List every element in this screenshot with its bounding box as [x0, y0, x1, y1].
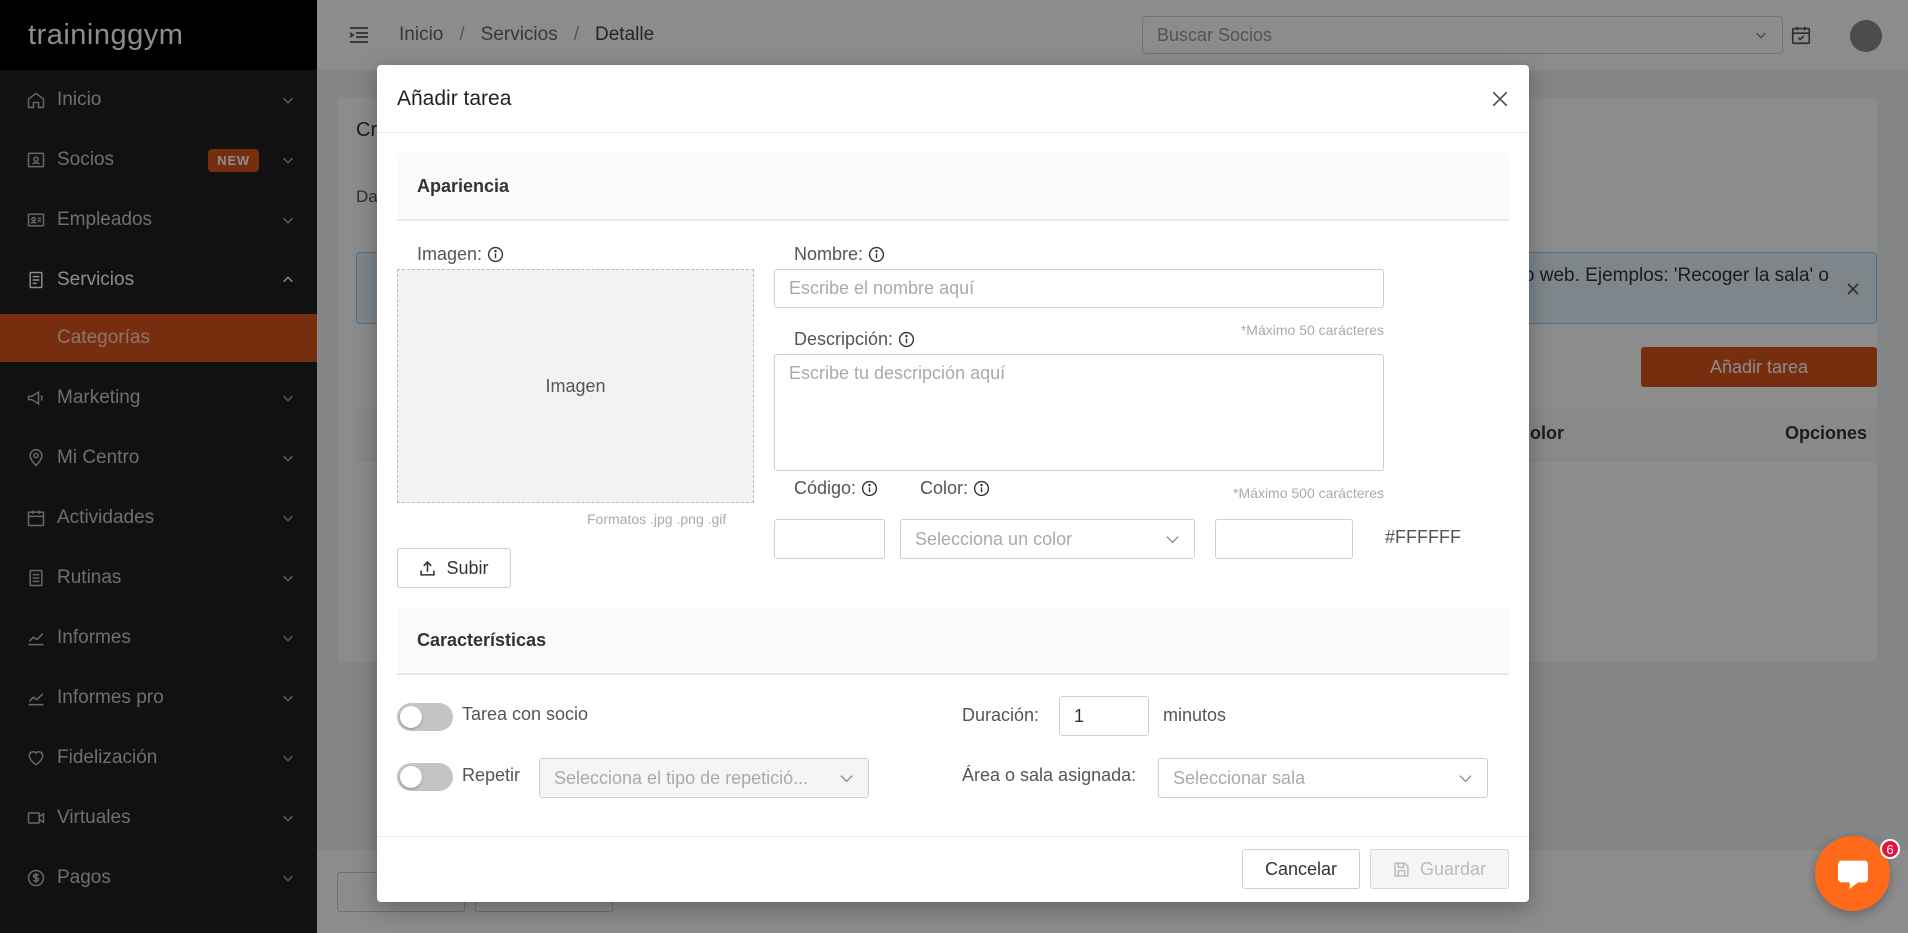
code-input[interactable] — [774, 519, 885, 559]
chevron-down-icon — [840, 774, 853, 782]
modal-header: Añadir tarea — [377, 65, 1529, 133]
description-max-hint: *Máximo 500 carácteres — [1233, 485, 1384, 501]
duration-unit: minutos — [1163, 705, 1227, 725]
color-hex-value: #FFFFFF — [1385, 527, 1461, 547]
color-label: Color: — [920, 478, 990, 499]
save-button-label: Guardar — [1419, 858, 1487, 879]
color-select-placeholder: Selecciona un color — [915, 528, 1073, 549]
name-label: Nombre: — [794, 244, 885, 265]
info-icon[interactable] — [898, 331, 915, 348]
room-label: Área o sala asignada: — [962, 765, 1137, 785]
description-label-text: Descripción: — [794, 329, 894, 349]
image-label: Imagen: — [417, 244, 504, 265]
color-label-text: Color: — [920, 478, 969, 498]
info-icon[interactable] — [487, 246, 504, 263]
image-placeholder-text: Imagen — [545, 375, 606, 396]
code-label-text: Código: — [794, 478, 857, 498]
upload-button-label: Subir — [446, 557, 489, 578]
chat-bubble-icon — [1837, 860, 1868, 889]
name-max-hint: *Máximo 50 carácteres — [1240, 322, 1384, 338]
chevron-down-icon — [1166, 535, 1179, 543]
image-dropzone[interactable]: Imagen — [397, 269, 754, 503]
close-icon[interactable] — [1491, 90, 1509, 108]
chat-launcher[interactable] — [1815, 836, 1890, 911]
info-icon[interactable] — [973, 480, 990, 497]
modal-title: Añadir tarea — [397, 86, 512, 110]
description-label: Descripción: — [794, 329, 915, 350]
upload-button[interactable]: Subir — [397, 548, 511, 588]
cancel-button[interactable]: Cancelar — [1242, 849, 1360, 889]
task-with-member-label: Tarea con socio — [462, 704, 589, 724]
duration-input[interactable] — [1059, 696, 1149, 736]
color-select[interactable]: Selecciona un color — [900, 519, 1195, 559]
modal-footer: Cancelar Guardar — [377, 836, 1529, 902]
info-icon[interactable] — [868, 246, 885, 263]
image-formats-hint: Formatos .jpg .png .gif — [587, 511, 727, 527]
repeat-type-select[interactable]: Selecciona el tipo de repetició... — [539, 758, 869, 798]
add-task-modal: Añadir tarea Apariencia Imagen: Imagen F… — [377, 65, 1529, 902]
repeat-toggle[interactable] — [397, 763, 453, 791]
task-with-member-toggle[interactable] — [397, 703, 453, 731]
repeat-label: Repetir — [462, 765, 521, 785]
color-swatch-input[interactable] — [1215, 519, 1353, 559]
room-select[interactable]: Seleccionar sala — [1158, 758, 1488, 798]
save-button[interactable]: Guardar — [1370, 849, 1509, 889]
info-icon[interactable] — [861, 480, 878, 497]
duration-label: Duración: — [962, 705, 1040, 725]
section-features: Características — [397, 607, 1509, 675]
repeat-type-placeholder: Selecciona el tipo de repetició... — [554, 767, 809, 788]
name-label-text: Nombre: — [794, 244, 864, 264]
code-label: Código: — [794, 478, 878, 499]
description-textarea[interactable] — [774, 354, 1384, 471]
image-label-text: Imagen: — [417, 244, 483, 264]
section-appearance: Apariencia — [397, 153, 1509, 221]
name-input[interactable] — [774, 269, 1384, 308]
save-icon — [1394, 861, 1409, 877]
chat-unread-badge: 6 — [1880, 839, 1900, 859]
room-select-placeholder: Seleccionar sala — [1173, 767, 1306, 788]
upload-icon — [420, 560, 436, 576]
chevron-down-icon — [1459, 774, 1472, 782]
